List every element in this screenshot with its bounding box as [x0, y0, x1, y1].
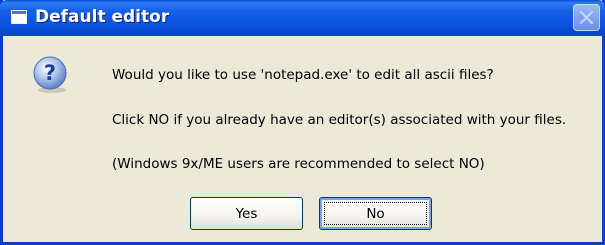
dialog-window: Default editor ? Would you like to use '…: [0, 0, 605, 245]
no-button-label: No: [366, 205, 385, 222]
message-line-1: Would you like to use 'notepad.exe' to e…: [112, 67, 494, 83]
title-bar[interactable]: Default editor: [0, 0, 605, 36]
yes-button[interactable]: Yes: [190, 197, 303, 230]
yes-button-label: Yes: [235, 205, 258, 222]
message-line-2: Click NO if you already have an editor(s…: [112, 112, 567, 128]
svg-text:?: ?: [44, 61, 56, 85]
question-icon: ?: [33, 56, 67, 93]
window-title: Default editor: [35, 7, 170, 27]
window-icon: [11, 10, 27, 24]
close-icon: [579, 10, 594, 25]
close-button[interactable]: [573, 4, 600, 31]
message-line-3: (Windows 9x/ME users are recommended to …: [112, 156, 485, 172]
no-button[interactable]: No: [319, 197, 432, 230]
